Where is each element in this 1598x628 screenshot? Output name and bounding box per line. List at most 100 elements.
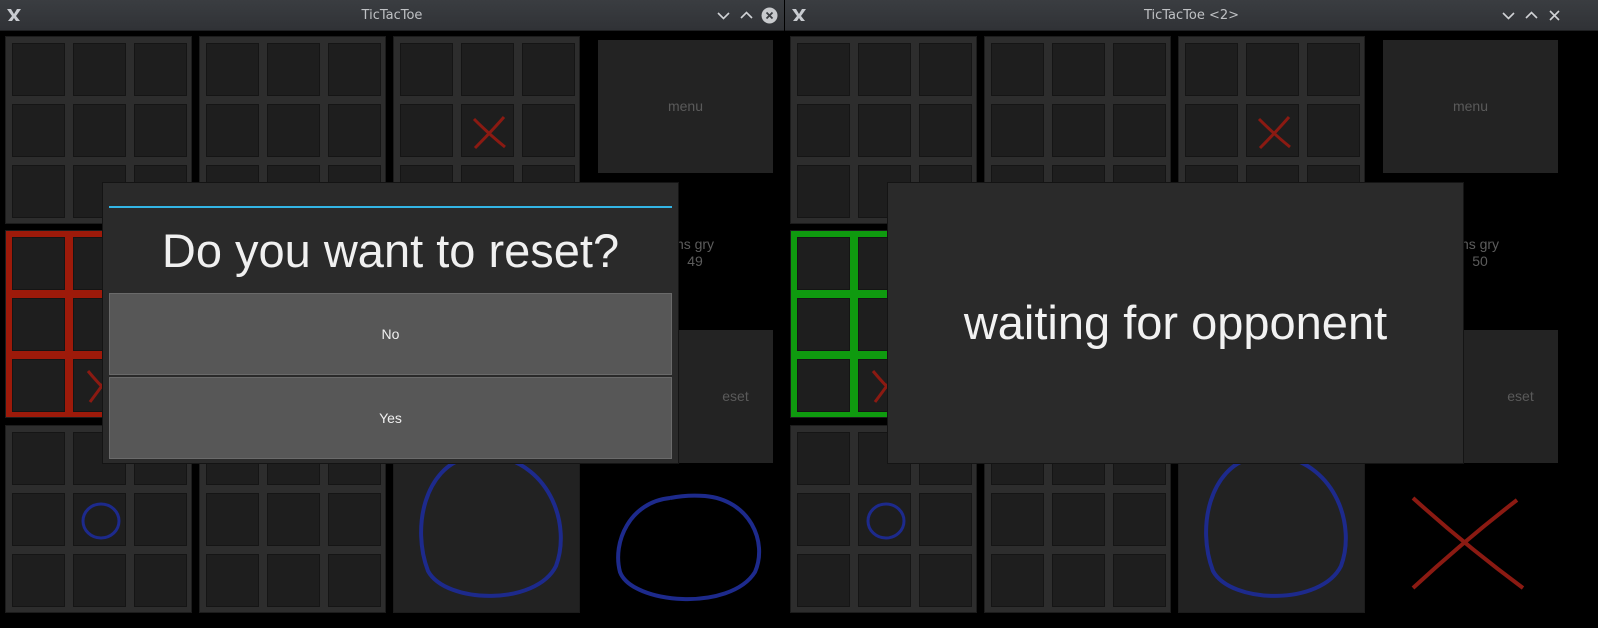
board-cell[interactable] xyxy=(919,104,972,157)
board-cell[interactable] xyxy=(522,104,575,157)
board-cell[interactable] xyxy=(1113,554,1166,607)
board-cell[interactable] xyxy=(12,104,65,157)
board-cell[interactable] xyxy=(991,493,1044,546)
board-cell[interactable] xyxy=(1246,104,1299,157)
board-cell[interactable] xyxy=(1113,493,1166,546)
chevron-down-icon[interactable] xyxy=(715,7,732,24)
board-cell[interactable] xyxy=(858,554,911,607)
board-cell[interactable] xyxy=(134,104,187,157)
game-area: menu ns gry 49 eset Do you want to reset… xyxy=(0,30,784,628)
tictactoe-window-1: TicTacToe menu ns gry 49 eset Do you wan… xyxy=(0,0,784,628)
board-cell[interactable] xyxy=(461,104,514,157)
board-cell[interactable] xyxy=(797,493,850,546)
board-cell[interactable] xyxy=(328,104,381,157)
board-cell[interactable] xyxy=(12,359,65,412)
chevron-up-icon[interactable] xyxy=(1523,7,1540,24)
board-cell[interactable] xyxy=(134,493,187,546)
board-cell[interactable] xyxy=(12,165,65,218)
board-cell[interactable] xyxy=(797,104,850,157)
board-cell[interactable] xyxy=(328,43,381,96)
x-mark-icon xyxy=(472,116,506,150)
chevron-up-icon[interactable] xyxy=(738,7,755,24)
board-cell[interactable] xyxy=(797,298,850,351)
board-cell[interactable] xyxy=(1246,43,1299,96)
title-bar[interactable]: TicTacToe xyxy=(0,0,784,31)
board-cell[interactable] xyxy=(991,104,1044,157)
board-cell[interactable] xyxy=(1052,104,1105,157)
board-cell[interactable] xyxy=(400,43,453,96)
board-cell[interactable] xyxy=(919,493,972,546)
board-cell[interactable] xyxy=(1113,104,1166,157)
x-mark-icon xyxy=(1257,116,1291,150)
dialog-question: Do you want to reset? xyxy=(161,224,620,277)
board-cell[interactable] xyxy=(858,493,911,546)
waiting-dialog: waiting for opponent xyxy=(887,182,1464,464)
o-mark-icon xyxy=(616,493,761,601)
board-cell[interactable] xyxy=(206,104,259,157)
board-cell[interactable] xyxy=(797,554,850,607)
board-cell[interactable] xyxy=(858,43,911,96)
board-cell[interactable] xyxy=(858,104,911,157)
board-cell[interactable] xyxy=(1185,104,1238,157)
board-cell[interactable] xyxy=(267,43,320,96)
o-mark-icon xyxy=(81,502,121,540)
board-cell[interactable] xyxy=(73,554,126,607)
board-cell[interactable] xyxy=(267,493,320,546)
board-cell[interactable] xyxy=(267,104,320,157)
o-mark-icon xyxy=(419,452,563,598)
board-cell[interactable] xyxy=(797,237,850,290)
game-area: menu ns gry 50 eset waiting for opponent xyxy=(785,30,1598,628)
dialog-accent-line xyxy=(109,206,672,208)
board-cell[interactable] xyxy=(1113,43,1166,96)
no-button[interactable]: No xyxy=(109,293,672,375)
board-cell[interactable] xyxy=(12,554,65,607)
close-icon[interactable] xyxy=(1546,7,1563,24)
waiting-message: waiting for opponent xyxy=(963,296,1388,349)
board-cell[interactable] xyxy=(12,43,65,96)
board-cell[interactable] xyxy=(206,43,259,96)
board-cell[interactable] xyxy=(522,43,575,96)
board-cell[interactable] xyxy=(919,554,972,607)
yes-button[interactable]: Yes xyxy=(109,377,672,459)
board-cell[interactable] xyxy=(12,298,65,351)
board-cell[interactable] xyxy=(1052,43,1105,96)
board-cell[interactable] xyxy=(1307,104,1360,157)
board-cell[interactable] xyxy=(73,43,126,96)
o-mark-icon xyxy=(1204,452,1348,598)
board-cell[interactable] xyxy=(267,554,320,607)
board-cell[interactable] xyxy=(1052,493,1105,546)
board-cell[interactable] xyxy=(991,43,1044,96)
menu-button[interactable]: menu xyxy=(1383,40,1558,173)
board-cell[interactable] xyxy=(206,554,259,607)
board-cell[interactable] xyxy=(328,493,381,546)
board-cell[interactable] xyxy=(797,432,850,485)
board-cell[interactable] xyxy=(73,493,126,546)
board-cell[interactable] xyxy=(797,43,850,96)
board-cell[interactable] xyxy=(919,43,972,96)
board-cell[interactable] xyxy=(461,43,514,96)
board-cell[interactable] xyxy=(1185,43,1238,96)
board-cell[interactable] xyxy=(1052,554,1105,607)
board-cell[interactable] xyxy=(12,432,65,485)
board-cell[interactable] xyxy=(12,237,65,290)
board-cell[interactable] xyxy=(797,165,850,218)
board-cell[interactable] xyxy=(73,104,126,157)
x-mark-icon xyxy=(1411,496,1525,590)
board-cell[interactable] xyxy=(134,554,187,607)
board-cell[interactable] xyxy=(991,554,1044,607)
board-cell[interactable] xyxy=(206,493,259,546)
title-bar[interactable]: TicTacToe <2> xyxy=(785,0,1598,31)
o-mark-icon xyxy=(866,502,906,540)
menu-button[interactable]: menu xyxy=(598,40,773,173)
window-title: TicTacToe xyxy=(361,8,423,23)
board-cell[interactable] xyxy=(12,493,65,546)
board-cell[interactable] xyxy=(328,554,381,607)
board-cell[interactable] xyxy=(1307,43,1360,96)
tictactoe-window-2: TicTacToe <2> menu ns gry 50 eset waitin… xyxy=(785,0,1598,628)
board-cell[interactable] xyxy=(400,104,453,157)
board-cell[interactable] xyxy=(797,359,850,412)
board-cell[interactable] xyxy=(134,43,187,96)
close-icon[interactable] xyxy=(761,7,778,24)
chevron-down-icon[interactable] xyxy=(1500,7,1517,24)
reset-dialog: Do you want to reset? No Yes xyxy=(102,182,679,464)
